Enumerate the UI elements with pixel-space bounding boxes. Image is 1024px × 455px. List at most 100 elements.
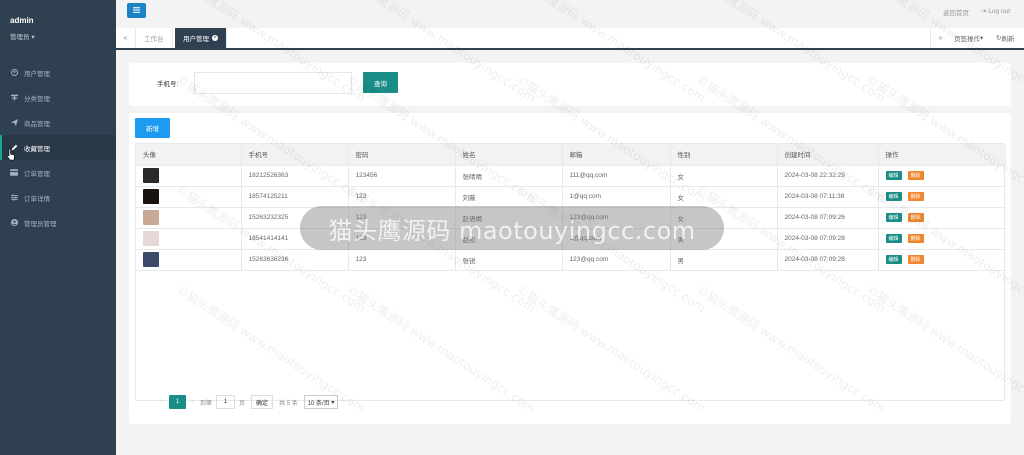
add-button[interactable]: 新增 xyxy=(135,118,170,138)
edit-button[interactable]: 编辑 xyxy=(885,234,902,243)
sidebar-item-users[interactable]: 用户管理 xyxy=(0,60,116,85)
caret-down-icon: ▾ xyxy=(331,399,335,406)
sidebar-item-label: 商品管理 xyxy=(24,120,50,128)
delete-button[interactable]: 删除 xyxy=(907,171,924,180)
avatar-cell xyxy=(136,165,242,187)
page-size-select[interactable]: 10 条/页 ▾ xyxy=(303,395,339,409)
column-header-phone: 手机号 xyxy=(241,144,349,166)
column-header-password: 密码 xyxy=(348,144,456,166)
home-link[interactable]: 返回首页 xyxy=(943,7,969,17)
sidebar-item-orders[interactable]: 订单管理 xyxy=(0,160,116,185)
page-unit-label: 页 xyxy=(239,400,246,407)
logout-link[interactable]: ⇥ Log out xyxy=(981,7,1010,17)
double-left-icon: « xyxy=(123,34,128,42)
avatar xyxy=(143,231,159,246)
caret-down-icon: ▾ xyxy=(31,34,35,41)
delete-button[interactable]: 删除 xyxy=(907,255,924,264)
edit-button[interactable]: 编辑 xyxy=(885,213,902,222)
user-name[interactable]: admin xyxy=(10,16,34,25)
actions-cell: 编辑 删除 xyxy=(878,249,1006,271)
avatar xyxy=(143,189,159,204)
user-circle-icon xyxy=(10,69,18,77)
goto-page-input[interactable]: 1 xyxy=(216,395,236,409)
delete-button[interactable]: 删除 xyxy=(907,213,924,222)
column-header-actions: 操作 xyxy=(878,144,1006,166)
user-role-label: 管理员 xyxy=(10,34,30,41)
column-header-name: 姓名 xyxy=(455,144,563,166)
sidebar-item-label: 管理员管理 xyxy=(24,220,57,228)
tab-dashboard[interactable]: 工作台 xyxy=(136,28,173,48)
prev-page-button[interactable]: ‹ xyxy=(155,399,169,405)
phone-cell: 18574125211 xyxy=(241,186,349,208)
tab-user-management[interactable]: 用户管理 × xyxy=(175,28,227,48)
avatar xyxy=(143,252,159,267)
actions-cell: 编辑 删除 xyxy=(878,186,1006,208)
actions-cell: 编辑 删除 xyxy=(878,207,1006,229)
actions-cell: 编辑 删除 xyxy=(878,165,1006,187)
delete-button[interactable]: 删除 xyxy=(907,234,924,243)
menu-toggle-button[interactable] xyxy=(127,3,146,18)
avatar xyxy=(143,168,159,183)
tabs-scroll-right-button[interactable]: » xyxy=(930,28,950,48)
sidebar-item-categories[interactable]: 分类管理 xyxy=(0,85,116,110)
name-cell: 刘薇 xyxy=(455,186,563,208)
sidebar-item-label: 订单详情 xyxy=(24,195,50,203)
next-page-button[interactable]: › xyxy=(186,399,200,405)
avatar-cell xyxy=(136,228,242,250)
gender-cell: 女 xyxy=(670,165,778,187)
page-1-button[interactable]: 1 xyxy=(169,395,186,409)
user-role-dropdown[interactable]: 管理员 ▾ xyxy=(10,31,35,41)
phone-cell: 18212526363 xyxy=(241,165,349,187)
admin-circle-icon xyxy=(10,219,18,227)
sidebar: admin 管理员 ▾ 用户管理 分类管理 商品管理 收藏管理 订单管理 订单详… xyxy=(0,0,116,455)
sidebar-item-favorites[interactable]: 收藏管理 xyxy=(0,135,116,160)
search-button[interactable]: 查询 xyxy=(363,72,398,93)
hamburger-icon xyxy=(133,6,140,15)
column-header-avatar: 头像 xyxy=(136,144,242,166)
tab-label: 工作台 xyxy=(144,36,164,43)
close-tab-icon[interactable]: × xyxy=(212,35,218,41)
sign-out-icon: ⇥ xyxy=(981,8,987,15)
column-header-gender: 性别 xyxy=(670,144,778,166)
gender-cell: 男 xyxy=(670,249,778,271)
phone-search-input[interactable] xyxy=(194,72,352,94)
password-cell: 123456 xyxy=(348,165,456,187)
page-ops-label: 页签操作 xyxy=(954,36,980,43)
sidebar-item-label: 收藏管理 xyxy=(24,145,50,153)
goto-label: 到第 xyxy=(200,400,213,407)
phone-cell: 15263636236 xyxy=(241,249,349,271)
page-size-value: 10 条/页 xyxy=(307,400,330,407)
refresh-button[interactable]: ↻ 刷新 xyxy=(996,28,1014,48)
phone-search-label: 手机号: xyxy=(157,81,179,88)
tabs-scroll-left-button[interactable]: « xyxy=(116,28,136,48)
gender-cell: 女 xyxy=(670,186,778,208)
sidebar-item-label: 订单管理 xyxy=(24,170,50,178)
avatar-cell xyxy=(136,249,242,271)
edit-button[interactable]: 编辑 xyxy=(885,255,902,264)
top-links: 返回首页 ⇥ Log out xyxy=(943,7,1010,17)
goto-confirm-button[interactable]: 确定 xyxy=(251,395,274,409)
column-header-email: 邮箱 xyxy=(562,144,671,166)
email-cell: 111@qq.com xyxy=(562,165,671,187)
total-count: 共 5 条 xyxy=(279,400,298,407)
table-row: 15263636236 123 张锐 123@qq.com 男 2024-03-08 07… xyxy=(136,249,1006,271)
mouse-pointer-icon xyxy=(6,148,15,161)
watermark-banner: 猫头鹰源码 maotouyingcc.com xyxy=(300,206,724,250)
sidebar-item-admins[interactable]: 管理员管理 xyxy=(0,210,116,235)
double-right-icon: » xyxy=(938,34,943,42)
edit-button[interactable]: 编辑 xyxy=(885,171,902,180)
page-ops-dropdown[interactable]: 页签操作 ▾ xyxy=(954,28,983,48)
table-row: 18574125211 123 刘薇 1@qq.com 女 2024-03-08 07:1… xyxy=(136,186,1006,208)
table-header-row: 头像 手机号 密码 姓名 邮箱 性别 创建时间 操作 xyxy=(136,144,1006,166)
avatar-cell xyxy=(136,207,242,229)
send-icon xyxy=(10,119,18,127)
search-panel: 手机号: 查询 xyxy=(129,63,1011,106)
tabs-bar: « 工作台 用户管理 × » 页签操作 ▾ ↻ 刷新 xyxy=(116,28,1024,50)
delete-button[interactable]: 删除 xyxy=(907,192,924,201)
sidebar-item-order-details[interactable]: 订单详情 xyxy=(0,185,116,210)
edit-button[interactable]: 编辑 xyxy=(885,192,902,201)
sidebar-nav: 用户管理 分类管理 商品管理 收藏管理 订单管理 订单详情 管理员管理 xyxy=(0,60,116,235)
password-cell: 123 xyxy=(348,249,456,271)
column-header-created: 创建时间 xyxy=(777,144,879,166)
sidebar-item-products[interactable]: 商品管理 xyxy=(0,110,116,135)
